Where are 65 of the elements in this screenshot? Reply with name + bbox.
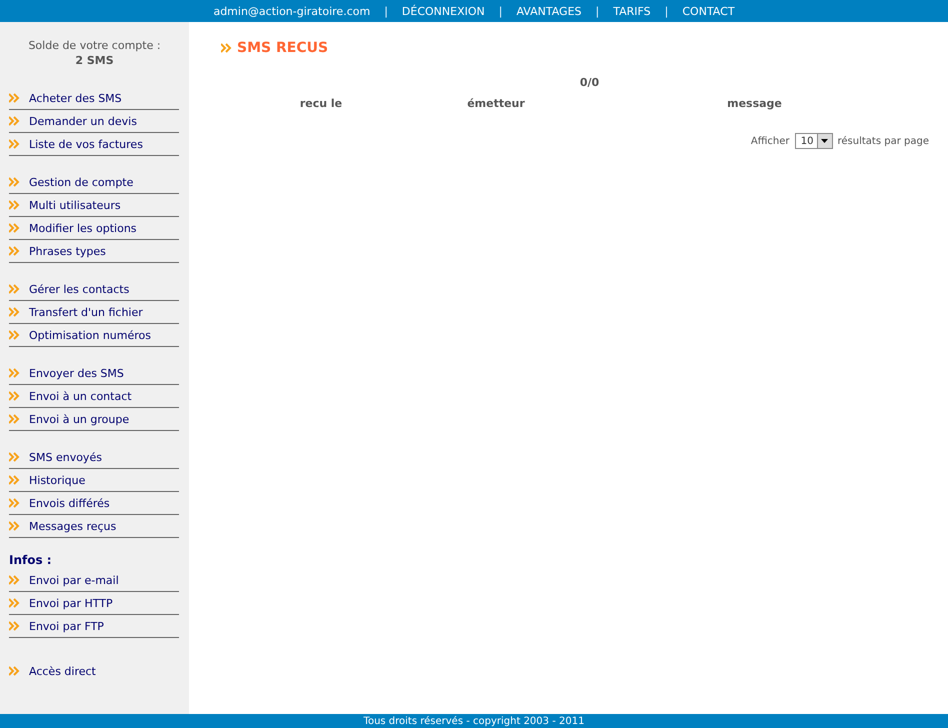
pager-label: Afficher [750, 136, 790, 146]
menu-item[interactable]: Accès direct [9, 660, 179, 682]
menu-item[interactable]: Envoi par HTTP [9, 592, 179, 615]
chevron-icon [221, 43, 232, 53]
chevron-icon [9, 621, 20, 631]
copyright-text: Tous droits réservés - copyright 2003 - 2011 [364, 716, 584, 726]
menu-item[interactable]: Envois différés [9, 492, 179, 515]
balance-value: 2 SMS [74, 53, 115, 68]
chevron-icon [9, 475, 20, 485]
menu-item[interactable]: Messages reçus [9, 515, 179, 538]
chevron-icon [9, 139, 20, 149]
menu-item[interactable]: Liste de vos factures [9, 133, 179, 156]
column-header: message [726, 97, 783, 110]
nav-link[interactable]: CONTACT [682, 4, 735, 18]
column-header: émetteur [466, 97, 526, 110]
result-count: 0/0 [578, 76, 600, 89]
section-heading: Infos : [9, 553, 53, 567]
page-size-dropdown[interactable]: 10 [794, 133, 833, 149]
chevron-icon [9, 246, 20, 256]
chevron-icon [9, 200, 20, 210]
menu-item[interactable]: Envoi par e-mail [9, 569, 179, 592]
menu-item[interactable]: Acheter des SMS [9, 87, 179, 110]
nav-link[interactable]: TARIFS [613, 4, 651, 18]
pager-label: résultats par page [838, 136, 929, 146]
chevron-icon [9, 223, 20, 233]
menu-item[interactable]: Optimisation numéros [9, 324, 179, 347]
menu-item[interactable]: Historique [9, 469, 179, 492]
nav-link[interactable]: admin@action-giratoire.com [213, 4, 370, 18]
menu-item[interactable]: Envoi à un contact [9, 385, 179, 408]
page-title: SMS RECUS [237, 40, 328, 56]
chevron-icon [9, 391, 20, 401]
chevron-icon [9, 521, 20, 531]
chevron-icon [9, 177, 20, 187]
chevron-icon [9, 575, 20, 585]
chevron-icon [9, 368, 20, 378]
balance-label: Solde de votre compte : [28, 39, 161, 52]
menu-item[interactable]: SMS envoyés [9, 446, 179, 469]
chevron-icon [9, 414, 20, 424]
menu-item[interactable]: Modifier les options [9, 217, 179, 240]
menu-item[interactable]: Transfert d'un fichier [9, 301, 179, 324]
separator: | [664, 4, 670, 18]
chevron-icon [9, 598, 20, 608]
nav-link[interactable]: AVANTAGES [516, 4, 582, 18]
chevron-icon [9, 330, 20, 340]
separator: | [383, 4, 389, 18]
chevron-icon [9, 666, 20, 676]
menu-item[interactable]: Gérer les contacts [9, 278, 179, 301]
chevron-icon [9, 307, 20, 317]
menu-item[interactable]: Gestion de compte [9, 171, 179, 194]
separator: | [498, 4, 504, 18]
menu-item[interactable]: Multi utilisateurs [9, 194, 179, 217]
nav-link[interactable]: DÉCONNEXION [402, 4, 485, 18]
dropdown-arrow-icon [821, 139, 828, 143]
separator: | [594, 4, 600, 18]
chevron-icon [9, 93, 20, 103]
chevron-icon [9, 116, 20, 126]
chevron-icon [9, 284, 20, 294]
menu-item[interactable]: Envoi à un groupe [9, 408, 179, 431]
column-header: recu le [298, 97, 344, 110]
chevron-icon [9, 452, 20, 462]
menu-item[interactable]: Envoyer des SMS [9, 362, 179, 385]
chevron-icon [9, 498, 20, 508]
menu-item[interactable]: Envoi par FTP [9, 615, 179, 638]
menu-item[interactable]: Demander un devis [9, 110, 179, 133]
menu-item[interactable]: Phrases types [9, 240, 179, 263]
